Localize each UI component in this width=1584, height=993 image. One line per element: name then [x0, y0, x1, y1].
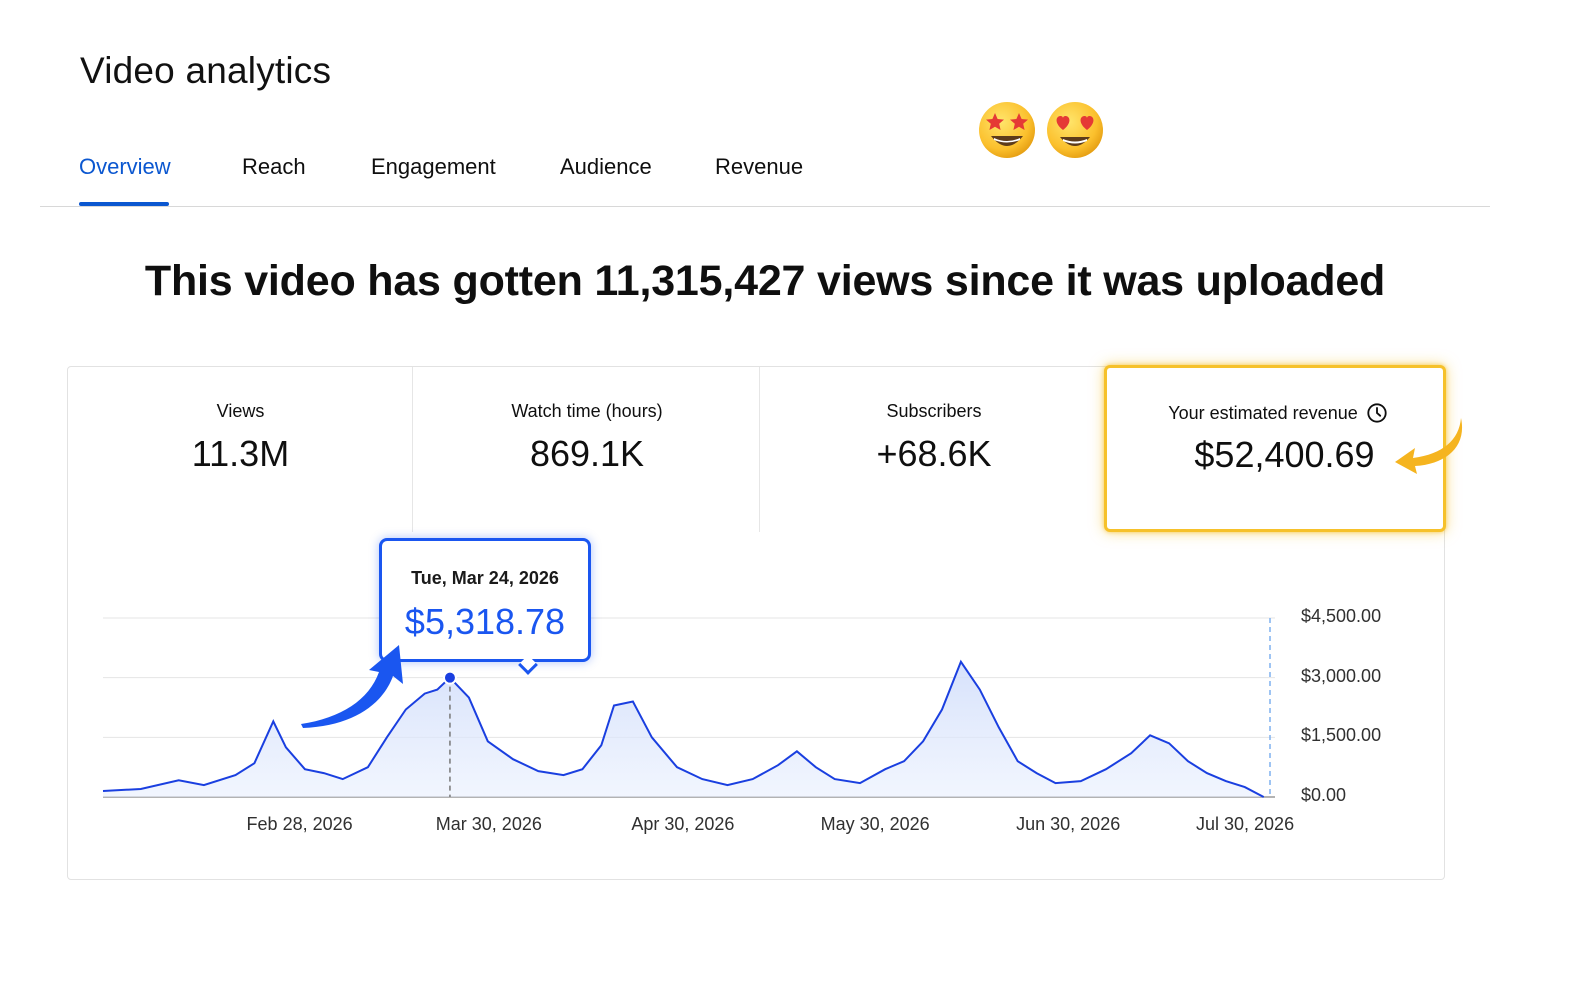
tab-overview[interactable]: Overview: [79, 154, 171, 206]
chart-tooltip: Tue, Mar 24, 2026 $5,318.78: [379, 538, 591, 662]
metric-watch-time[interactable]: Watch time (hours) 869.1K: [413, 367, 761, 532]
metric-label-wrap: Your estimated revenue: [1107, 402, 1449, 424]
x-tick-label: Mar 30, 2026: [435, 814, 542, 834]
tooltip-date: Tue, Mar 24, 2026: [411, 568, 559, 588]
tab-reach[interactable]: Reach: [242, 154, 306, 206]
y-tick-label: $0.00: [1301, 785, 1347, 805]
y-tick-label: $1,500.00: [1301, 725, 1382, 746]
tab-bar: Overview Reach Engagement Audience Reven…: [40, 140, 1490, 207]
active-tab-indicator: [79, 202, 169, 206]
tab-revenue[interactable]: Revenue: [715, 154, 803, 206]
x-tick-label: Jul 30, 2026: [1196, 814, 1295, 834]
tab-engagement[interactable]: Engagement: [371, 154, 496, 206]
x-tick-label: Apr 30, 2026: [631, 814, 735, 834]
metric-value: +68.6K: [876, 433, 992, 474]
x-tick-label: Feb 28, 2026: [246, 814, 353, 834]
tooltip-amount: $5,318.78: [404, 601, 566, 642]
metric-subscribers[interactable]: Subscribers +68.6K: [760, 367, 1108, 532]
x-tick-label: Jun 30, 2026: [1016, 814, 1121, 834]
metric-estimated-revenue[interactable]: Your estimated revenue $52,400.69: [1104, 365, 1446, 532]
metric-label: Watch time (hours): [511, 401, 663, 421]
page-title: Video analytics: [80, 50, 332, 91]
metric-value: 869.1K: [529, 433, 645, 474]
metric-views[interactable]: Views 11.3M: [68, 367, 413, 532]
metric-label: Your estimated revenue: [1168, 403, 1358, 423]
tab-audience[interactable]: Audience: [560, 154, 652, 206]
metric-label: Views: [216, 401, 265, 421]
y-tick-label: $4,500.00: [1301, 606, 1382, 626]
metric-value: 11.3M: [191, 433, 290, 474]
views-headline: This video has gotten 11,315,427 views s…: [144, 257, 1386, 305]
x-tick-label: May 30, 2026: [820, 814, 930, 834]
clock-icon[interactable]: [1366, 402, 1388, 424]
metric-value: $52,400.69: [1194, 434, 1375, 475]
metric-label: Subscribers: [886, 401, 982, 421]
y-tick-label: $3,000.00: [1301, 665, 1382, 686]
